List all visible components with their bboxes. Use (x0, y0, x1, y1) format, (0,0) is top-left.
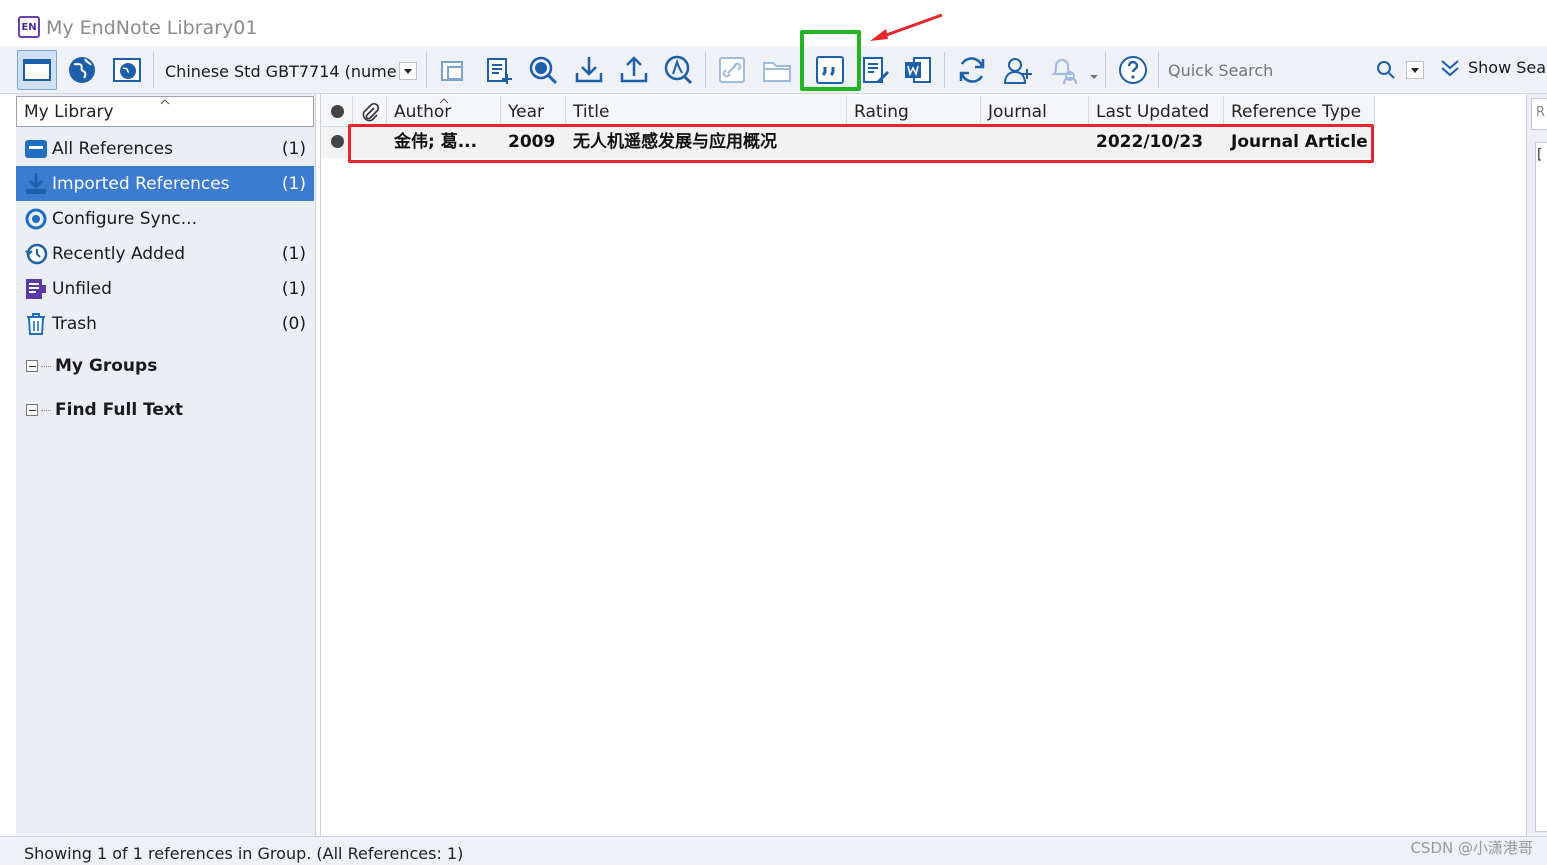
watermark: CSDN @小潇港哥 (1410, 839, 1533, 857)
status-bar: Showing 1 of 1 references in Group. (All… (0, 836, 1547, 865)
collapse-caret-icon[interactable] (160, 99, 170, 105)
chevron-down-icon[interactable] (399, 62, 417, 80)
column-title-label: Title (573, 102, 610, 122)
group-label: My Groups (55, 356, 158, 376)
collapse-toggle-icon[interactable] (26, 404, 38, 416)
column-journal[interactable]: Journal (981, 96, 1089, 127)
preview-panel: R [ (1526, 94, 1547, 836)
share-library-icon[interactable] (997, 50, 1037, 90)
column-reference-type-label: Reference Type (1231, 102, 1362, 122)
unfiled-icon (24, 277, 48, 301)
format-bibliography-icon[interactable] (855, 50, 895, 90)
show-search-label: Show Search Panel (1468, 58, 1547, 77)
my-library-header[interactable]: My Library (16, 96, 314, 127)
sidebar-item-label: Imported References (52, 173, 230, 194)
search-options-dropdown[interactable] (1406, 61, 1424, 79)
online-search-icon[interactable] (62, 50, 102, 90)
unread-dot-icon (331, 135, 344, 148)
recently-added-icon (24, 242, 48, 266)
library-sidebar: My Library All References (1) Imported R… (16, 94, 316, 836)
column-last-updated[interactable]: Last Updated (1089, 96, 1224, 127)
row-highlight (348, 124, 1374, 163)
column-year-label: Year (508, 102, 544, 122)
quick-search-input[interactable] (1160, 56, 1370, 84)
sidebar-item-trash[interactable]: Trash (0) (16, 306, 314, 341)
integrated-library-icon[interactable] (107, 50, 147, 90)
tree-connector (41, 365, 51, 367)
paperclip-icon (362, 102, 379, 122)
sidebar-item-recently-added[interactable]: Recently Added (1) (16, 236, 314, 271)
column-rating[interactable]: Rating (847, 96, 981, 127)
copy-to-library-icon[interactable] (433, 50, 473, 90)
open-link-icon[interactable] (712, 50, 752, 90)
sidebar-item-unfiled[interactable]: Unfiled (1) (16, 271, 314, 306)
annotation-arrow-icon (870, 13, 943, 41)
output-style-select[interactable]: Chinese Std GBT7714 (numeric) (160, 56, 418, 86)
tree-connector (41, 409, 51, 411)
online-search-magnifier-icon[interactable] (523, 50, 563, 90)
preview-content: [ (1535, 142, 1547, 832)
sidebar-item-count: (0) (281, 313, 306, 334)
sidebar-item-label: Recently Added (52, 243, 186, 264)
column-author[interactable]: Author (387, 96, 501, 127)
double-chevron-down-icon (1441, 59, 1459, 76)
new-reference-icon[interactable] (478, 50, 518, 90)
quick-search (1160, 54, 1424, 86)
import-icon[interactable] (569, 50, 609, 90)
window-title: My EndNote Library01 (46, 17, 258, 39)
search-icon[interactable] (1376, 60, 1396, 84)
trash-icon (24, 312, 48, 336)
sidebar-item-configure-sync[interactable]: Configure Sync... (16, 201, 314, 236)
column-reference-type[interactable]: Reference Type (1224, 96, 1375, 127)
toolbar: Chinese Std GBT7714 (numeric) Quick Sear… (0, 46, 1547, 94)
read-status-column[interactable] (321, 96, 353, 127)
all-references-icon (24, 137, 48, 161)
sidebar-item-count: (1) (281, 138, 306, 159)
sidebar-item-count: (1) (281, 243, 306, 264)
sidebar-item-count: (1) (281, 278, 306, 299)
preview-tab[interactable]: R (1531, 98, 1547, 130)
attachment-column[interactable] (353, 96, 387, 127)
reference-list: Author Year Title Rating Journal Last Up… (320, 94, 1526, 836)
sidebar-item-imported-references[interactable]: Imported References (1) (16, 166, 314, 201)
endnote-logo-icon: EN (18, 16, 40, 38)
imported-references-icon (24, 172, 48, 196)
open-file-icon[interactable] (757, 50, 797, 90)
column-title[interactable]: Title (566, 96, 847, 127)
sort-caret-icon (439, 98, 449, 104)
show-search-panel-button[interactable]: Show Search Panel (1440, 58, 1547, 77)
column-header-row: Author Year Title Rating Journal Last Up… (321, 96, 1375, 127)
insert-citation-highlight (800, 30, 861, 91)
sync-config-icon (24, 207, 48, 231)
sidebar-item-label: Configure Sync... (52, 208, 197, 229)
sidebar-item-label: All References (52, 138, 173, 159)
sidebar-item-count: (1) (281, 173, 306, 194)
sync-icon[interactable] (952, 50, 992, 90)
local-library-icon[interactable] (17, 50, 57, 90)
status-text: Showing 1 of 1 references in Group. (All… (24, 844, 464, 863)
my-library-label: My Library (24, 102, 114, 122)
column-year[interactable]: Year (501, 96, 566, 127)
output-style-value: Chinese Std GBT7714 (numeric) (165, 61, 397, 81)
column-last-updated-label: Last Updated (1096, 102, 1210, 122)
collapse-toggle-icon[interactable] (26, 360, 38, 372)
return-to-word-icon[interactable] (898, 50, 938, 90)
sidebar-item-label: Unfiled (52, 278, 112, 299)
group-find-full-text[interactable]: Find Full Text (16, 395, 314, 425)
find-full-text-icon[interactable] (658, 50, 698, 90)
column-rating-label: Rating (854, 102, 909, 122)
column-journal-label: Journal (988, 102, 1047, 122)
column-author-label: Author (394, 102, 452, 122)
read-status-icon (331, 105, 344, 118)
sidebar-item-label: Trash (52, 313, 97, 334)
title-bar: EN My EndNote Library01 (0, 0, 1547, 46)
help-icon[interactable] (1113, 50, 1153, 90)
group-my-groups[interactable]: My Groups (16, 351, 314, 381)
sidebar-item-all-references[interactable]: All References (1) (16, 131, 314, 166)
activity-feed-icon[interactable] (1044, 50, 1084, 90)
export-icon[interactable] (614, 50, 654, 90)
group-label: Find Full Text (55, 400, 184, 420)
chevron-down-icon[interactable] (1089, 66, 1099, 79)
